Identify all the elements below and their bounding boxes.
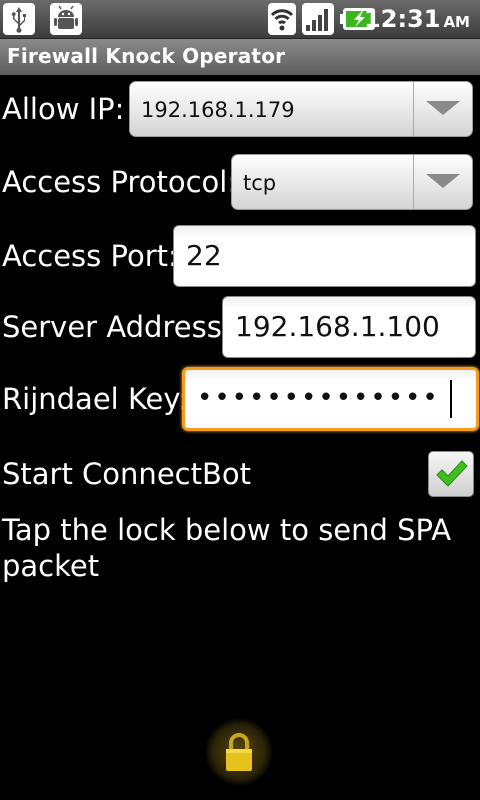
android-debug-icon: [50, 3, 82, 35]
title-bar: Firewall Knock Operator: [0, 39, 480, 75]
signal-icon: [302, 3, 334, 35]
checkmark-icon: [436, 460, 468, 487]
spinner-divider: [413, 82, 414, 136]
wifi-icon: [268, 3, 296, 35]
allow-ip-label: Allow IP:: [2, 92, 125, 126]
chevron-down-icon: [426, 101, 460, 115]
access-port-field[interactable]: 22: [173, 225, 476, 287]
access-protocol-value: tcp: [243, 171, 277, 195]
spinner-divider: [413, 155, 414, 209]
rijndael-key-value: ••••••••••••••: [197, 383, 440, 413]
clock: 12:31 AM: [364, 2, 470, 36]
access-port-label: Access Port:: [2, 239, 178, 273]
app-title: Firewall Knock Operator: [7, 44, 286, 68]
access-port-value: 22: [186, 239, 222, 272]
start-connectbot-label: Start ConnectBot: [2, 457, 251, 491]
access-protocol-label: Access Protocol:: [2, 165, 238, 199]
server-address-field[interactable]: 192.168.1.100: [222, 296, 476, 358]
rijndael-key-field[interactable]: ••••••••••••••: [182, 367, 479, 431]
clock-ampm: AM: [443, 13, 470, 31]
allow-ip-value: 192.168.1.179: [141, 98, 295, 122]
chevron-down-icon: [426, 174, 460, 188]
status-bar: 12:31 AM: [0, 0, 480, 39]
allow-ip-spinner[interactable]: 192.168.1.179: [129, 81, 473, 137]
text-cursor: [450, 380, 452, 418]
start-connectbot-checkbox[interactable]: [428, 451, 474, 497]
hint-text: Tap the lock below to send SPA packet: [2, 513, 452, 583]
server-address-value: 192.168.1.100: [235, 310, 440, 343]
server-address-label: Server Address:: [2, 310, 232, 344]
lock-icon: [226, 733, 252, 771]
rijndael-key-label: Rijndael Key:: [2, 382, 189, 416]
clock-time: 12:31: [364, 5, 441, 33]
lock-button[interactable]: [205, 718, 273, 786]
usb-icon: [3, 3, 35, 35]
access-protocol-spinner[interactable]: tcp: [231, 154, 473, 210]
